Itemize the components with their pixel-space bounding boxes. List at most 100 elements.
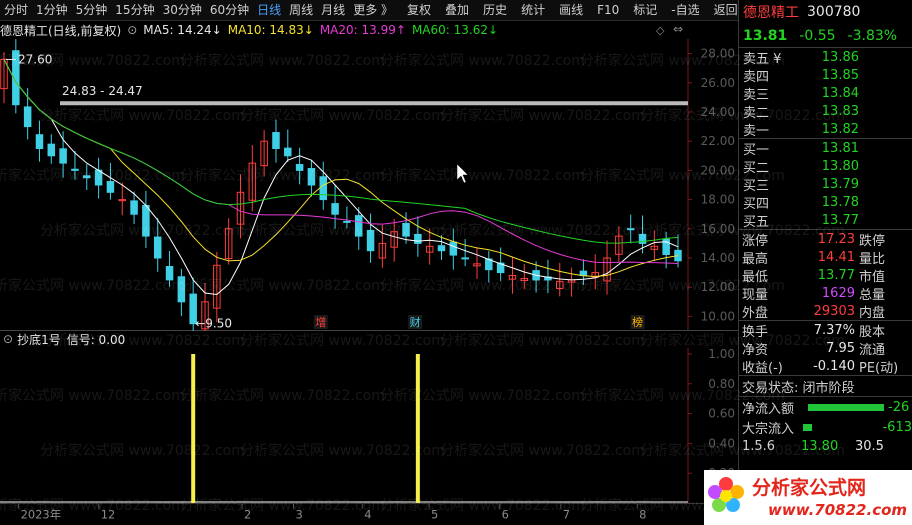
candle-body [626, 228, 635, 231]
toolbar-item-5[interactable]: 60分钟 [206, 0, 253, 21]
diamond-icon[interactable]: ◇ [656, 24, 664, 37]
candle-body [47, 143, 56, 157]
order-row: 买四 13.78 [739, 193, 912, 212]
y-tick-label: 28.00 [701, 47, 735, 61]
indicator-settings-icon[interactable]: ⊙ [3, 332, 13, 346]
sub-y-tick-label: 1.00 [708, 348, 735, 361]
expand-icon[interactable]: ⇔ [673, 22, 683, 36]
candle-body [106, 181, 115, 193]
candle-body [437, 245, 446, 252]
toolbar-item-18[interactable]: 返回 [710, 0, 742, 21]
order-price: 13.81 [821, 140, 859, 156]
stat-value: 17.23 [817, 231, 855, 247]
settings-icon[interactable]: ⊙ [127, 23, 137, 37]
toolbar-item-8[interactable]: 月线 [317, 0, 349, 21]
stat-label: 现量 [742, 287, 769, 303]
toolbar-item-4[interactable]: 30分钟 [159, 0, 206, 21]
event-marker[interactable]: 增 [315, 315, 326, 329]
order-label: 买五 [743, 214, 770, 230]
order-row: 卖五 ¥ 13.86 [739, 48, 912, 67]
brand-logo: 分析家公式网 www.70822.com [704, 470, 912, 525]
flow-bar [808, 403, 884, 411]
quote-price-row: 13.81 -0.55 -3.83% [739, 24, 912, 48]
stat-row: 换手 7.37% 股本 [739, 321, 912, 340]
toolbar-item-1[interactable]: 1分钟 [32, 0, 72, 21]
toolbar-item-10[interactable]: 复权 [403, 0, 435, 21]
stat-label-right: 流通 [859, 342, 886, 358]
toolbar-item-13[interactable]: 统计 [517, 0, 549, 21]
stat-label: 涨停 [742, 233, 769, 249]
candlestick-chart[interactable]: 28.00 26.00 24.00 22.00 20.00 18.00 16.00 14.00… [0, 39, 738, 331]
signal-spike [415, 354, 420, 503]
flow-label: 净流入额 [742, 401, 795, 417]
toolbar-item-17[interactable]: -自选 [667, 0, 703, 21]
y-tick-label: 20.00 [701, 163, 735, 177]
stat-value: 7.37% [813, 322, 855, 338]
indicator-title: 抄底1号 [17, 332, 61, 347]
sub-y-tick-label: 0.60 [708, 407, 735, 421]
stat-row: 现量 1629 总量 [739, 284, 912, 303]
flow-row: 净流入额 -26 [739, 397, 912, 417]
toolbar-item-3[interactable]: 15分钟 [111, 0, 158, 21]
candle-body [343, 220, 351, 223]
stat-label-right: PE(动) [859, 360, 899, 376]
watermark-text: 分析家公式网 www.70822.com [240, 333, 445, 349]
order-label: 卖四 [743, 69, 770, 85]
toolbar-item-12[interactable]: 历史 [479, 0, 511, 21]
candle-body [23, 106, 32, 128]
toolbar-item-6[interactable]: 日线 [253, 0, 285, 21]
flow-value: -26 [888, 399, 910, 415]
toolbar-item-0[interactable]: 分时 [0, 0, 32, 21]
candle-body [94, 169, 103, 186]
stat-label: 最高 [742, 251, 769, 267]
indicator-chart[interactable]: 1.000.800.600.400.20 [0, 348, 738, 503]
toolbar-item-7[interactable]: 周线 [285, 0, 317, 21]
y-tick-label: 26.00 [701, 76, 735, 90]
order-label: 卖一 [743, 123, 770, 139]
x-tick-label: 2023年 [21, 507, 62, 521]
toolbar-item-15[interactable]: F10 [593, 0, 623, 21]
stat-label: 收益(-) [742, 360, 783, 376]
stat-label-right: 股本 [859, 324, 886, 340]
y-tick-label: 14.00 [701, 251, 735, 265]
watermark-text: 分析家公式网 www.70822.com [440, 333, 645, 349]
range-label: 24.83 - 24.47 [62, 84, 143, 98]
order-price: 13.80 [821, 158, 859, 174]
toolbar-item-9[interactable]: 更多 》 [349, 0, 397, 21]
quote-panel: 德恩精工 300780 13.81 -0.55 -3.83% 卖五 ¥ 13.86… [738, 0, 912, 525]
event-marker[interactable]: 榜 [632, 315, 643, 329]
toolbar-item-11[interactable]: 叠加 [441, 0, 473, 21]
candle-body [307, 168, 316, 186]
event-marker[interactable]: 财 [410, 315, 421, 329]
stat-row: 最高 14.41 量比 [739, 248, 912, 267]
stat-value: -0.140 [813, 358, 855, 374]
order-price: 13.85 [821, 67, 859, 83]
period-toolbar: 分时 1分钟 5分钟 15分钟 30分钟 60分钟 日线 周线 月线 更多 》复权 叠加 历史 统计 画线… [0, 0, 738, 21]
order-price: 13.82 [821, 121, 859, 137]
ma20-label: MA20: 13.99↑ [319, 23, 406, 37]
quote-stock-name: 德恩精工 [743, 5, 799, 21]
toolbar-item-16[interactable]: 标记 [629, 0, 661, 21]
flow-label: 大宗流入 [742, 421, 795, 437]
order-row: 卖一 13.82 [739, 120, 912, 139]
order-label: 买一 [743, 142, 770, 158]
y-tick-label: 22.00 [701, 134, 735, 148]
candle-body [319, 176, 328, 201]
flow-list: 净流入额 -26 大宗流入 -613 [739, 397, 912, 437]
stat-value: 7.95 [826, 340, 855, 356]
x-tick-label: 8 [639, 507, 646, 521]
toolbar-item-14[interactable]: 画线 [555, 0, 587, 21]
x-tick-label: 3 [296, 507, 303, 521]
quote-change: -0.55 [799, 27, 836, 44]
indicator-header: ⊙ 抄底1号 信号: 0.00 [0, 331, 125, 347]
stat-value: 14.41 [817, 249, 855, 265]
partial-row: 1.5.6 13.80 30.5 [742, 438, 884, 454]
logo-url: www.70822.com [768, 501, 907, 519]
resistance-band [60, 101, 688, 106]
toolbar-item-2[interactable]: 5分钟 [72, 0, 112, 21]
stat-row: 收益(-) -0.140 PE(动) [739, 357, 912, 376]
stat-row: 涨停 17.23 跌停 [739, 230, 912, 249]
order-row: 卖三 13.84 [739, 84, 912, 103]
flow-value: -613 [882, 419, 912, 435]
order-price: 13.79 [821, 176, 859, 192]
